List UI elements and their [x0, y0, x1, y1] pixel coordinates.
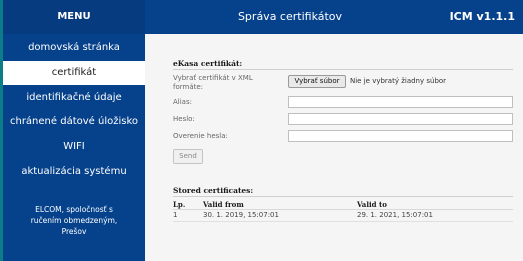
- verify-password-input[interactable]: [288, 130, 513, 142]
- sidebar-item-home[interactable]: domovská stránka: [3, 36, 145, 60]
- table-row-divider: [173, 221, 513, 222]
- alias-input[interactable]: [288, 96, 513, 108]
- page-title: Správa certifikátov: [237, 10, 343, 23]
- section-divider: [173, 69, 513, 70]
- cell-lp: 1: [173, 211, 178, 219]
- sidebar-item-wifi[interactable]: WIFI: [3, 135, 145, 159]
- file-label: Vybrať certifikát v XML formáte:: [173, 74, 253, 92]
- cell-valid-to: 29. 1. 2021, 15:07:01: [357, 211, 433, 219]
- cell-valid-from: 30. 1. 2019, 15:07:01: [203, 211, 279, 219]
- column-header-lp: Lp.: [173, 200, 186, 209]
- alias-label: Alias:: [173, 98, 192, 106]
- footer-line: ELCOM, spoločnosť s: [35, 205, 113, 214]
- app-version: ICM v1.1.1: [449, 10, 515, 23]
- verify-password-label: Overenie hesla:: [173, 132, 228, 140]
- file-status: Nie je vybratý žiadny súbor: [350, 77, 447, 85]
- sidebar-item-protected-storage[interactable]: chránené dátové úložisko: [3, 110, 145, 134]
- sidebar-item-identification[interactable]: identifikačné údaje: [3, 86, 145, 110]
- password-input[interactable]: [288, 113, 513, 125]
- company-footer: ELCOM, spoločnosť s ručením obmedzeným, …: [3, 204, 145, 237]
- top-bar: Správa certifikátov ICM v1.1.1: [145, 0, 523, 34]
- sidebar-item-certificate[interactable]: certifikát: [3, 61, 145, 85]
- column-header-valid-to: Valid to: [357, 200, 387, 209]
- choose-file-button[interactable]: Vybrať súbor: [288, 75, 346, 88]
- main-content: eKasa certifikát: Vybrať certifikát v XM…: [145, 34, 523, 261]
- sidebar-item-system-update[interactable]: aktualizácia systému: [3, 160, 145, 184]
- table-header-divider: [173, 209, 513, 210]
- section-divider: [173, 196, 513, 197]
- menu-title: MENU: [3, 0, 145, 34]
- stored-certificates-title: Stored certificates:: [173, 186, 254, 195]
- send-button[interactable]: Send: [173, 149, 203, 164]
- password-label: Heslo:: [173, 115, 195, 123]
- footer-line: ručením obmedzeným,: [30, 216, 118, 225]
- file-label-line: formáte:: [173, 83, 204, 91]
- file-label-line: Vybrať certifikát v XML: [173, 74, 253, 82]
- footer-line: Prešov: [61, 227, 87, 236]
- ekasa-section-title: eKasa certifikát:: [173, 59, 243, 68]
- column-header-valid-from: Valid from: [203, 200, 244, 209]
